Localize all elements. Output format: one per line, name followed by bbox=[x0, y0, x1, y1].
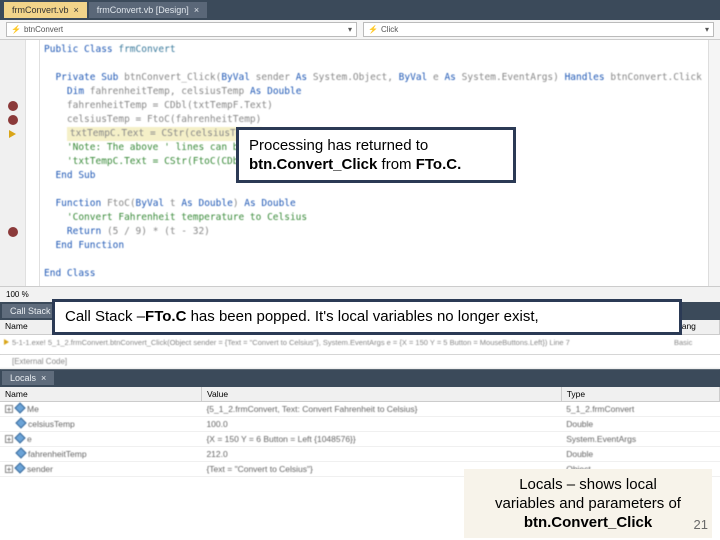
method-dropdown[interactable]: ⚡ Click ▾ bbox=[363, 22, 714, 37]
locals-col-value[interactable]: Value bbox=[201, 387, 561, 402]
slide-number: 21 bbox=[694, 517, 708, 532]
tab-locals[interactable]: Locals × bbox=[2, 371, 54, 385]
lightning-icon: ⚡ bbox=[11, 25, 21, 34]
current-frame-arrow-icon bbox=[4, 339, 9, 345]
locals-row[interactable]: fahrenheitTemp 212.0 Double bbox=[0, 447, 720, 462]
locals-grid: Name Value Type +Me {5_1_2.frmConvert, T… bbox=[0, 387, 720, 477]
callstack-body[interactable]: 5-1-1.exe! 5_1_2.frmConvert.btnConvert_C… bbox=[0, 335, 720, 355]
chevron-down-icon: ▾ bbox=[348, 25, 352, 34]
tab-frmconvert-vb[interactable]: frmConvert.vb × bbox=[4, 2, 87, 18]
callstack-frame-lang: Basic bbox=[674, 338, 716, 347]
close-icon[interactable]: × bbox=[194, 5, 199, 15]
variable-icon bbox=[14, 402, 25, 413]
breakpoint-icon[interactable] bbox=[8, 115, 18, 125]
current-statement-highlight: txtTempC.Text = CStr(celsiusTemp) bbox=[67, 127, 262, 141]
locals-col-name[interactable]: Name bbox=[0, 387, 201, 402]
lightning-icon: ⚡ bbox=[368, 25, 378, 34]
tab-label: frmConvert.vb [Design] bbox=[97, 5, 189, 15]
chevron-down-icon: ▾ bbox=[705, 25, 709, 34]
callstack-external-code[interactable]: [External Code] bbox=[0, 355, 720, 369]
expand-icon[interactable]: + bbox=[5, 465, 13, 473]
class-dropdown-value: btnConvert bbox=[24, 25, 63, 34]
variable-icon bbox=[15, 447, 26, 458]
outline-collapse-gutter[interactable] bbox=[26, 40, 40, 286]
locals-row[interactable]: celsiusTemp 100.0 Double bbox=[0, 417, 720, 432]
tab-label: Call Stack bbox=[10, 306, 51, 316]
expand-icon[interactable]: + bbox=[5, 435, 13, 443]
variable-icon bbox=[14, 462, 25, 473]
tab-label: frmConvert.vb bbox=[12, 5, 69, 15]
current-line-arrow-icon bbox=[9, 130, 16, 138]
close-icon[interactable]: × bbox=[41, 373, 46, 383]
breakpoint-gutter[interactable] bbox=[0, 40, 26, 286]
method-dropdown-value: Click bbox=[381, 25, 398, 34]
callstack-frame-text: 5-1-1.exe! 5_1_2.frmConvert.btnConvert_C… bbox=[12, 338, 671, 347]
variable-icon bbox=[14, 432, 25, 443]
annotation-callstack: Call Stack –FTo.C has been popped. It's … bbox=[52, 299, 682, 335]
tab-frmconvert-design[interactable]: frmConvert.vb [Design] × bbox=[89, 2, 207, 18]
class-dropdown[interactable]: ⚡ btnConvert ▾ bbox=[6, 22, 357, 37]
annotation-processing-returned: Processing has returned to btn.Convert_C… bbox=[236, 127, 516, 183]
locals-row[interactable]: +Me {5_1_2.frmConvert, Text: Convert Fah… bbox=[0, 402, 720, 417]
document-tab-strip: frmConvert.vb × frmConvert.vb [Design] × bbox=[0, 0, 720, 20]
locals-col-type[interactable]: Type bbox=[561, 387, 719, 402]
callstack-row[interactable]: 5-1-1.exe! 5_1_2.frmConvert.btnConvert_C… bbox=[0, 335, 720, 349]
close-icon[interactable]: × bbox=[74, 5, 79, 15]
expand-icon[interactable]: + bbox=[5, 405, 13, 413]
locals-row[interactable]: +e {X = 150 Y = 6 Button = Left {1048576… bbox=[0, 432, 720, 447]
tab-label: Locals bbox=[10, 373, 36, 383]
member-nav-bar: ⚡ btnConvert ▾ ⚡ Click ▾ bbox=[0, 20, 720, 40]
scroll-marker-column[interactable] bbox=[708, 40, 720, 286]
zoom-value: 100 % bbox=[6, 290, 29, 299]
locals-tab-strip: Locals × bbox=[0, 369, 720, 387]
breakpoint-icon[interactable] bbox=[8, 227, 18, 237]
locals-panel[interactable]: Name Value Type +Me {5_1_2.frmConvert, T… bbox=[0, 387, 720, 477]
breakpoint-icon[interactable] bbox=[8, 101, 18, 111]
variable-icon bbox=[15, 417, 26, 428]
annotation-locals: Locals – shows local variables and param… bbox=[464, 469, 712, 538]
